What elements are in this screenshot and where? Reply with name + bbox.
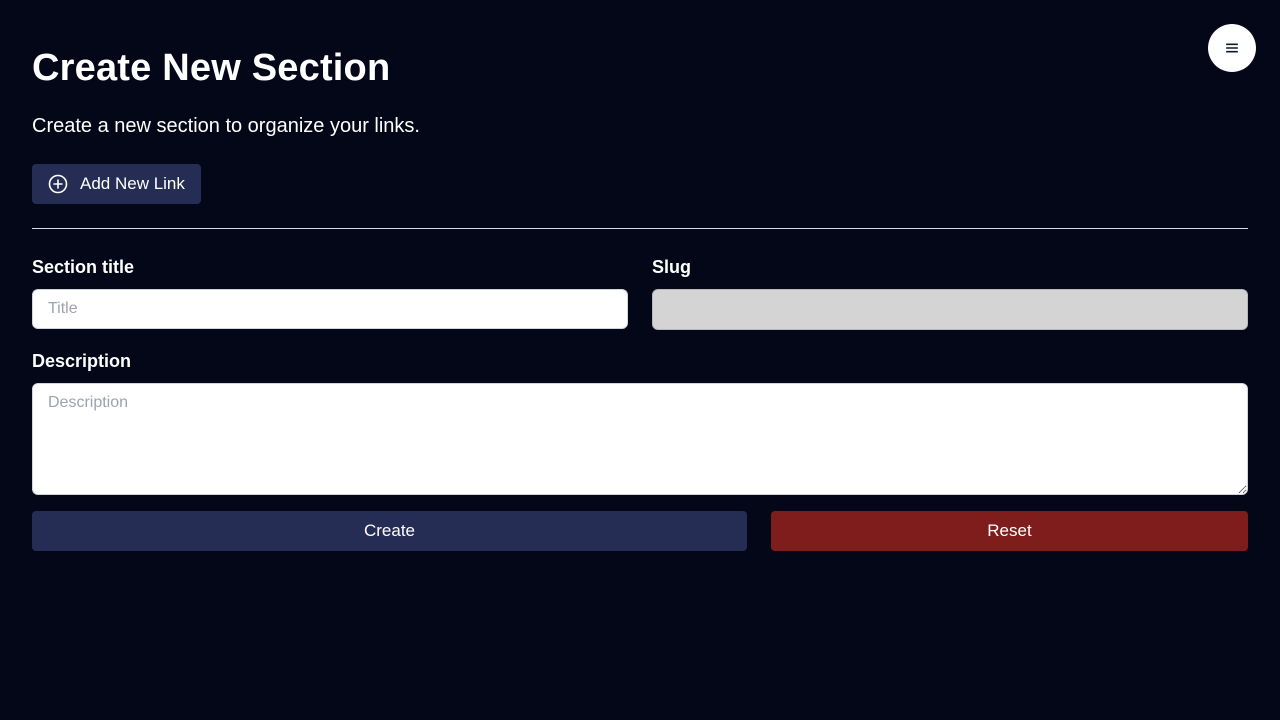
page-title: Create New Section	[32, 47, 391, 89]
section-title-label: Section title	[32, 257, 135, 277]
description-textarea[interactable]	[32, 383, 1248, 495]
add-new-link-label: Add New Link	[80, 174, 185, 193]
hamburger-menu-icon	[1225, 43, 1239, 53]
slug-label: Slug	[652, 257, 691, 277]
create-button-label: Create	[363, 521, 416, 540]
description-label: Description	[32, 351, 132, 371]
divider	[32, 228, 1248, 229]
slug-input[interactable]	[652, 289, 1248, 330]
page-subtitle: Create a new section to organize your li…	[32, 115, 420, 137]
reset-button[interactable]: Reset	[771, 511, 1248, 551]
add-new-link-button[interactable]: Add New Link	[32, 164, 201, 204]
create-button[interactable]: Create	[32, 511, 747, 551]
create-section-page: Create New Section Create a new section …	[0, 0, 1280, 720]
reset-button-label: Reset	[987, 521, 1032, 540]
menu-button[interactable]	[1208, 24, 1256, 72]
plus-circle-icon	[48, 174, 68, 194]
section-title-input[interactable]	[32, 289, 628, 329]
